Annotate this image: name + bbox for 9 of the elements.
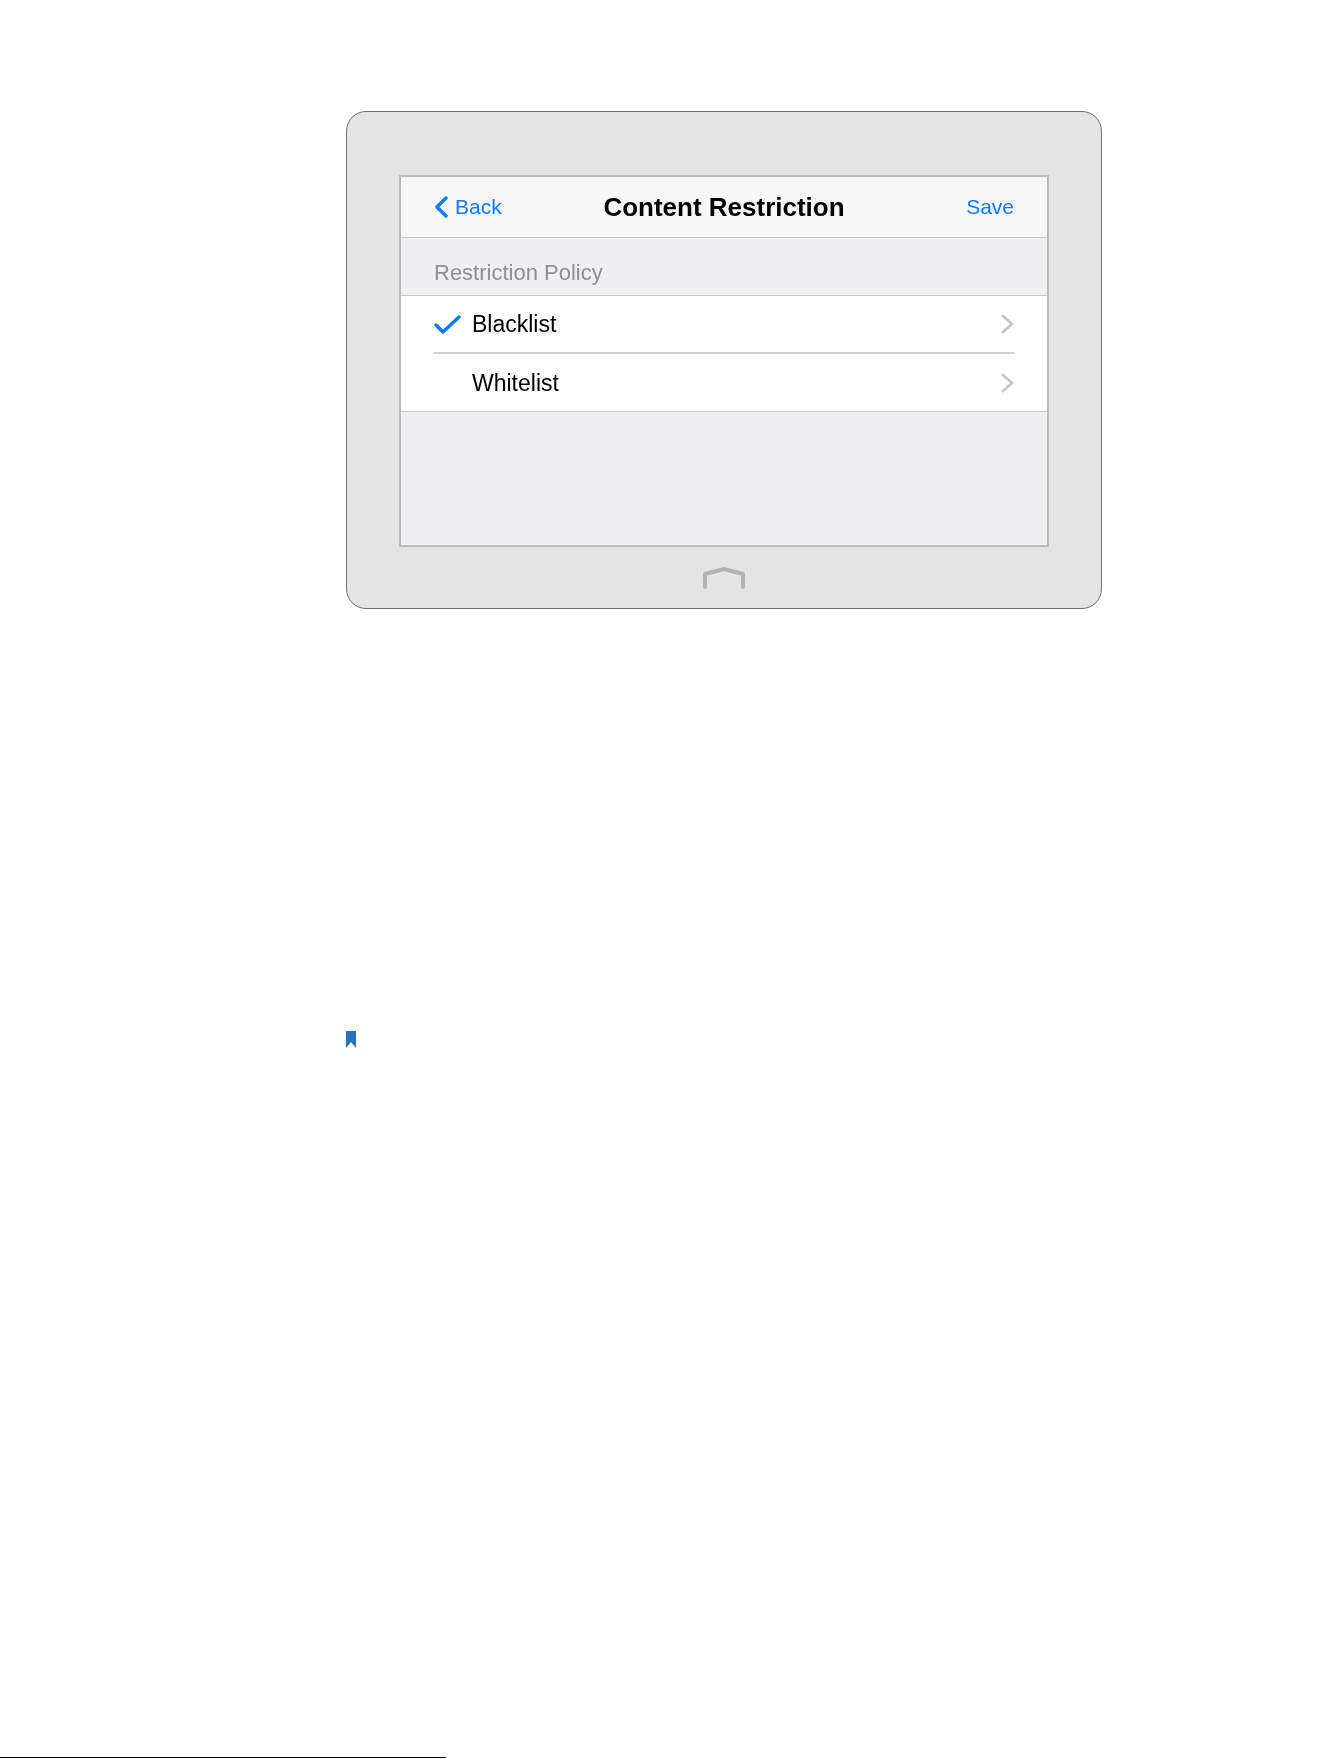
save-button[interactable]: Save <box>966 194 1014 220</box>
screen-title: Content Restriction <box>603 192 845 222</box>
chevron-right-icon <box>1001 372 1014 393</box>
home-button-icon[interactable] <box>702 566 746 589</box>
chevron-left-icon <box>434 196 448 218</box>
section-header: Restriction Policy <box>433 259 604 287</box>
bookmark-icon <box>346 1031 356 1048</box>
chevron-right-icon <box>1001 314 1014 334</box>
back-button[interactable]: Back <box>434 194 502 220</box>
